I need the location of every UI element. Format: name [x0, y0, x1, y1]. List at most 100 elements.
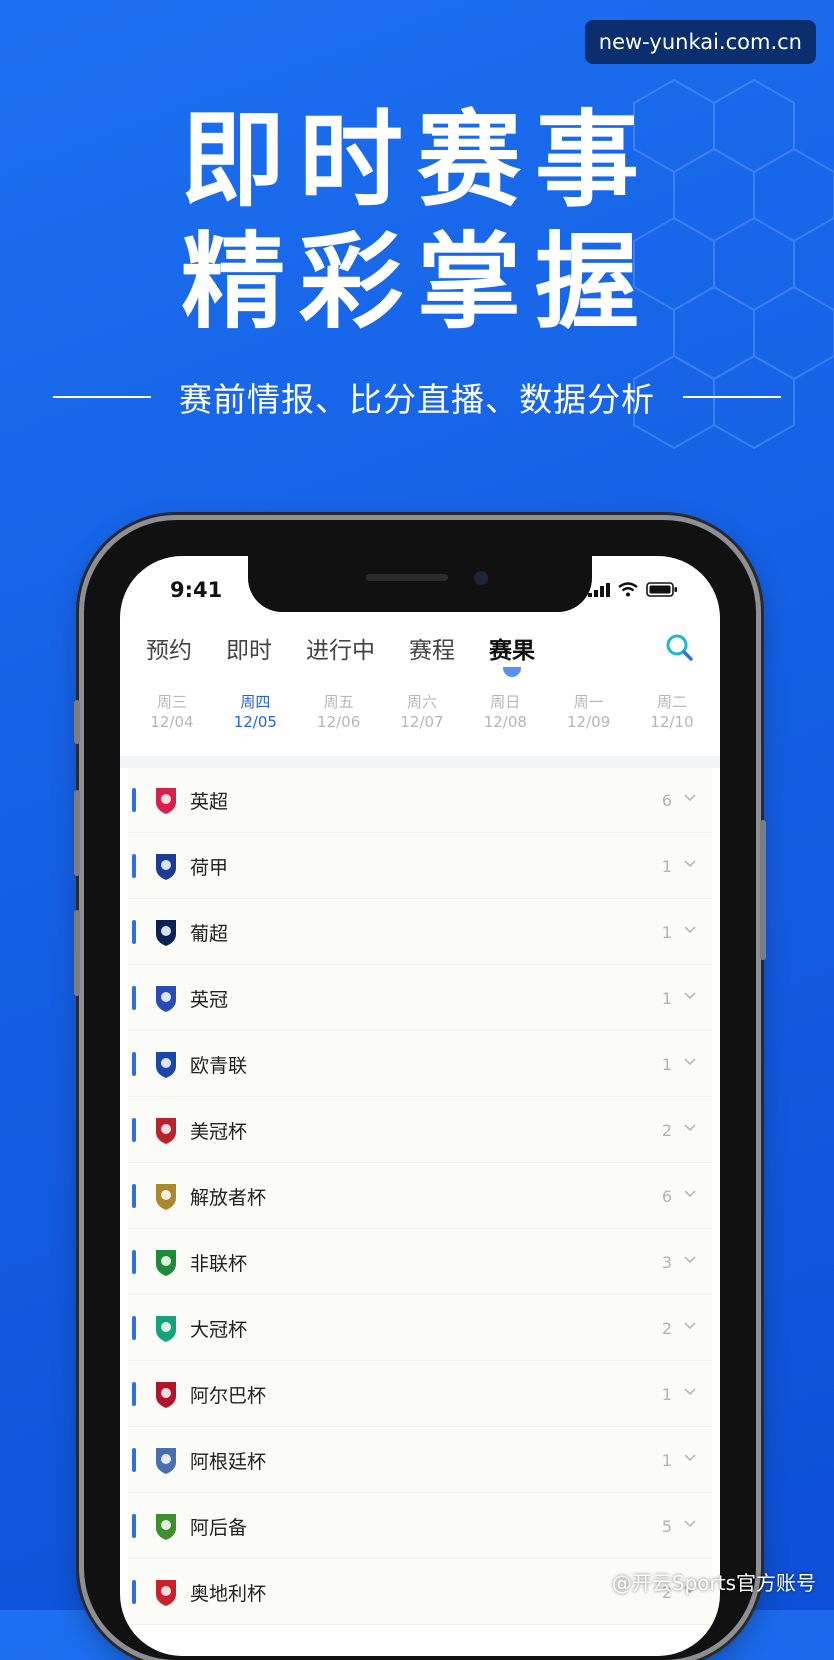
league-name: 英冠 [190, 988, 229, 1011]
tab-results[interactable]: 赛果 [489, 631, 535, 677]
match-count: 3 [661, 1252, 672, 1272]
youth-league-icon [156, 1052, 176, 1078]
match-count: 1 [661, 1450, 672, 1470]
wifi-icon [618, 582, 638, 597]
league-row[interactable]: 非联杯 3 [128, 1230, 712, 1295]
date-weekday: 周二 [656, 693, 687, 711]
league-row[interactable]: 美冠杯 2 [128, 1098, 712, 1163]
date-value: 12/05 [233, 713, 277, 731]
liga-portugal-icon [156, 920, 176, 946]
date-item[interactable]: 周五 12/06 [299, 692, 379, 732]
league-row[interactable]: 英超 6 [128, 768, 712, 833]
tab-reserve[interactable]: 预约 [146, 631, 192, 665]
date-value: 12/08 [483, 713, 527, 731]
row-accent-bar [132, 1316, 136, 1340]
watermark: @开云Sports官方账号 [611, 1571, 816, 1595]
tab-in-progress[interactable]: 进行中 [306, 631, 375, 665]
chevron-down-icon[interactable] [684, 1388, 696, 1396]
chevron-down-icon[interactable] [684, 794, 696, 802]
status-icons [588, 582, 678, 597]
chevron-down-icon[interactable] [684, 1058, 696, 1066]
match-count: 1 [661, 1384, 672, 1404]
chevron-down-icon[interactable] [684, 860, 696, 868]
subline-text: 赛前情报、比分直播、数据分析 [179, 380, 655, 419]
phone-mute-switch [74, 700, 80, 744]
chevron-down-icon[interactable] [684, 1454, 696, 1462]
row-accent-bar [132, 788, 136, 812]
chevron-down-icon[interactable] [684, 1322, 696, 1330]
match-count: 1 [661, 856, 672, 876]
match-count: 2 [661, 1120, 672, 1140]
league-name: 奥地利杯 [190, 1582, 267, 1605]
argentina-cup-icon [156, 1448, 176, 1474]
row-accent-bar [132, 1250, 136, 1274]
phone-volume-up-button [74, 790, 80, 876]
caf-cup-icon [156, 1250, 176, 1276]
league-row[interactable]: 英冠 1 [128, 966, 712, 1031]
date-item[interactable]: 周六 12/07 [382, 692, 462, 732]
libertadores-icon [156, 1184, 176, 1210]
phone-mockup: 9:41 预约 即时 进行中 赛程 赛果 周三 12/04 周四 12/05 周… [74, 520, 766, 1660]
league-row[interactable]: 阿根廷杯 1 [128, 1428, 712, 1493]
league-name: 葡超 [190, 922, 229, 945]
chevron-down-icon[interactable] [684, 1520, 696, 1528]
ofc-champions-icon [156, 1316, 176, 1342]
chevron-down-icon[interactable] [684, 992, 696, 1000]
concacaf-cup-icon [156, 1118, 176, 1144]
signal-icon [588, 582, 610, 597]
row-accent-bar [132, 1118, 136, 1142]
search-icon[interactable] [664, 632, 694, 662]
headline-line-1: 即时赛事 [180, 99, 653, 221]
date-item[interactable]: 周三 12/04 [132, 692, 212, 732]
league-row[interactable]: 阿后备 5 [128, 1494, 712, 1559]
argentina-reserve-icon [156, 1514, 176, 1540]
date-value: 12/09 [567, 713, 611, 731]
league-row[interactable]: 大冠杯 2 [128, 1296, 712, 1361]
match-count: 2 [661, 1318, 672, 1338]
league-row[interactable]: 阿尔巴杯 1 [128, 1362, 712, 1427]
efl-championship-icon [156, 986, 176, 1012]
chevron-down-icon[interactable] [684, 1190, 696, 1198]
chevron-down-icon[interactable] [684, 1124, 696, 1132]
albania-cup-icon [156, 1382, 176, 1408]
date-item[interactable]: 周二 12/10 [632, 692, 712, 732]
league-row[interactable]: 欧青联 1 [128, 1032, 712, 1097]
date-value: 12/06 [317, 713, 361, 731]
match-count: 6 [661, 790, 672, 810]
app-screen: 9:41 预约 即时 进行中 赛程 赛果 周三 12/04 周四 12/05 周… [120, 556, 720, 1656]
chevron-down-icon[interactable] [684, 1256, 696, 1264]
date-item[interactable]: 周日 12/08 [465, 692, 545, 732]
eredivisie-icon [156, 854, 176, 880]
subline-left-rule [53, 396, 151, 398]
match-count: 1 [661, 988, 672, 1008]
headline-line-2: 精彩掌握 [180, 221, 653, 343]
date-weekday: 周三 [156, 693, 187, 711]
league-row[interactable]: 荷甲 1 [128, 834, 712, 899]
date-weekday: 周五 [323, 693, 354, 711]
chevron-down-icon[interactable] [684, 926, 696, 934]
league-row[interactable]: 葡超 1 [128, 900, 712, 965]
subline: 赛前情报、比分直播、数据分析 [0, 372, 834, 422]
date-item-selected[interactable]: 周四 12/05 [215, 692, 295, 732]
match-count: 1 [661, 922, 672, 942]
tab-instant[interactable]: 即时 [226, 631, 272, 665]
row-accent-bar [132, 854, 136, 878]
premier-league-icon [156, 788, 176, 814]
battery-icon [646, 582, 677, 597]
league-name: 解放者杯 [190, 1186, 267, 1209]
league-name: 阿尔巴杯 [190, 1384, 267, 1407]
section-divider [120, 756, 720, 768]
row-accent-bar [132, 1382, 136, 1406]
date-value: 12/04 [150, 713, 194, 731]
league-row[interactable]: 解放者杯 6 [128, 1164, 712, 1229]
date-item[interactable]: 周一 12/09 [549, 692, 629, 732]
date-weekday: 周日 [490, 693, 521, 711]
date-value: 12/07 [400, 713, 444, 731]
league-name: 阿后备 [190, 1516, 248, 1539]
league-name: 阿根廷杯 [190, 1450, 267, 1473]
row-accent-bar [132, 1448, 136, 1472]
site-url-badge: new-yunkai.com.cn [584, 20, 816, 64]
tab-schedule[interactable]: 赛程 [409, 631, 455, 665]
austria-cup-icon [156, 1580, 176, 1606]
match-count: 1 [661, 1054, 672, 1074]
